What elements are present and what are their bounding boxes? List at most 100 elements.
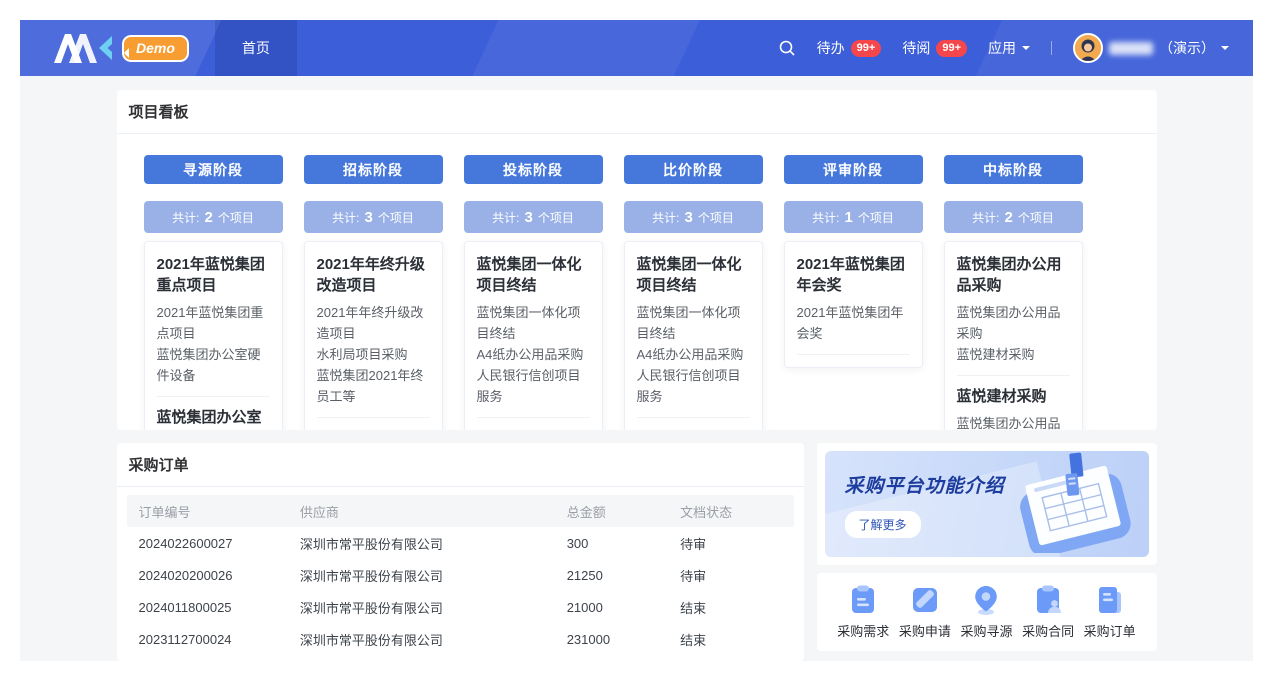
project-title: 蓝悦集团办公室硬件设备 bbox=[157, 407, 270, 430]
project-board-panel: 项目看板 寻源阶段共计:2个项目2021年蓝悦集团重点项目2021年蓝悦集团重点… bbox=[117, 90, 1157, 430]
project-description: 蓝悦集团办公用品采购 蓝悦建材采购 bbox=[957, 302, 1070, 365]
count-suffix: 个项目 bbox=[858, 209, 894, 226]
quicklink-采购寻源[interactable]: 采购寻源 bbox=[956, 584, 1018, 640]
project-title: 蓝悦集团一体化项目终结 bbox=[477, 254, 590, 296]
project-card-list: 2021年年终升级改造项目2021年年终升级改造项目 水利局项目采购 蓝悦集团2… bbox=[304, 241, 443, 430]
total-amount-cell: 21000 bbox=[567, 600, 680, 615]
toread-menu-item[interactable]: 待阅 99+ bbox=[902, 38, 967, 58]
quicklink-采购申请[interactable]: 采购申请 bbox=[894, 584, 956, 640]
search-icon[interactable] bbox=[778, 39, 796, 57]
project-item[interactable]: 蓝悦建材采购蓝悦集团办公用品采购 bbox=[957, 386, 1070, 430]
column-header: 文档状态 bbox=[680, 502, 793, 521]
apps-menu-item[interactable]: 应用 bbox=[988, 38, 1030, 58]
apps-label: 应用 bbox=[988, 38, 1016, 58]
promo-banner[interactable]: 采购平台功能介绍 了解更多 bbox=[825, 451, 1149, 557]
order-number-cell: 2023112700024 bbox=[127, 632, 300, 647]
order-number-cell: 2024020200026 bbox=[127, 568, 300, 583]
todo-badge: 99+ bbox=[851, 40, 882, 57]
project-title: 水利局项目采购 bbox=[317, 428, 430, 430]
project-item[interactable]: 蓝悦集团办公室硬件设备 bbox=[157, 407, 270, 430]
count-suffix: 个项目 bbox=[1018, 209, 1054, 226]
quicklink-label: 采购订单 bbox=[1084, 621, 1136, 640]
project-item[interactable]: 2021年年终升级改造项目2021年年终升级改造项目 水利局项目采购 蓝悦集团2… bbox=[317, 254, 430, 418]
toread-badge: 99+ bbox=[936, 40, 967, 57]
quicklink-采购需求[interactable]: 采购需求 bbox=[833, 584, 895, 640]
promo-panel: 采购平台功能介绍 了解更多 bbox=[817, 443, 1157, 565]
app-window: Demo 首页 待办 99+ 待阅 99+ 应用 bbox=[20, 20, 1253, 661]
project-item[interactable]: 2021年蓝悦集团年会奖 2021年蓝悦集团年会奖 bbox=[797, 254, 910, 355]
kanban-column: 投标阶段共计:3个项目蓝悦集团一体化项目终结蓝悦集团一体化项目终结 A4纸办公用… bbox=[464, 155, 603, 430]
total-amount-cell: 231000 bbox=[567, 632, 680, 647]
project-title: 2021年蓝悦集团年会奖 bbox=[797, 254, 910, 296]
count-prefix: 共计: bbox=[972, 209, 999, 226]
project-item[interactable]: 2021年蓝悦集团重点项目2021年蓝悦集团重点项目 蓝悦集团办公室硬件设备 bbox=[157, 254, 270, 397]
project-card-list: 蓝悦集团一体化项目终结蓝悦集团一体化项目终结 A4纸办公用品采购 人民银行信创项… bbox=[624, 241, 763, 430]
table-row[interactable]: 2024022600027深圳市常平股份有限公司300待审 bbox=[127, 527, 794, 559]
page-content: 项目看板 寻源阶段共计:2个项目2021年蓝悦集团重点项目2021年蓝悦集团重点… bbox=[20, 76, 1253, 661]
clipboard-icon bbox=[847, 584, 879, 616]
count-value: 3 bbox=[524, 209, 532, 226]
project-item[interactable]: 蓝悦集团办公用品采购蓝悦集团办公用品采购 蓝悦建材采购 bbox=[957, 254, 1070, 376]
project-description: 2021年蓝悦集团年会奖 bbox=[797, 302, 910, 344]
supplier-cell: 深圳市常平股份有限公司 bbox=[300, 598, 567, 617]
count-value: 3 bbox=[684, 209, 692, 226]
project-title: 蓝悦集团办公用品采购 bbox=[957, 254, 1070, 296]
kanban-column: 寻源阶段共计:2个项目2021年蓝悦集团重点项目2021年蓝悦集团重点项目 蓝悦… bbox=[144, 155, 283, 430]
quicklink-采购订单[interactable]: 采购订单 bbox=[1079, 584, 1141, 640]
column-header: 订单编号 bbox=[127, 502, 300, 521]
purchase-orders-panel: 采购订单 订单编号供应商总金额文档状态 2024022600027深圳市常平股份… bbox=[117, 443, 804, 661]
table-row[interactable]: 2024011800025深圳市常平股份有限公司21000结束 bbox=[127, 591, 794, 623]
user-suffix: （演示） bbox=[1159, 38, 1215, 58]
project-card-list: 2021年蓝悦集团重点项目2021年蓝悦集团重点项目 蓝悦集团办公室硬件设备蓝悦… bbox=[144, 241, 283, 430]
project-item[interactable]: A4纸办公用品采购 bbox=[477, 428, 590, 430]
count-value: 1 bbox=[844, 209, 852, 226]
stage-count: 共计:3个项目 bbox=[464, 201, 603, 233]
stage-header-button[interactable]: 寻源阶段 bbox=[144, 155, 283, 184]
stage-header-button[interactable]: 比价阶段 bbox=[624, 155, 763, 184]
project-item[interactable]: 蓝悦集团一体化项目终结蓝悦集团一体化项目终结 A4纸办公用品采购 人民银行信创项… bbox=[477, 254, 590, 418]
stage-count: 共计:3个项目 bbox=[624, 201, 763, 233]
orders-table-body: 2024022600027深圳市常平股份有限公司300待审20240202000… bbox=[127, 527, 794, 655]
stage-header-button[interactable]: 招标阶段 bbox=[304, 155, 443, 184]
kanban-column: 比价阶段共计:3个项目蓝悦集团一体化项目终结蓝悦集团一体化项目终结 A4纸办公用… bbox=[624, 155, 763, 430]
learn-more-button[interactable]: 了解更多 bbox=[845, 511, 921, 538]
project-item[interactable]: 蓝悦集团一体化项目终结蓝悦集团一体化项目终结 A4纸办公用品采购 人民银行信创项… bbox=[637, 254, 750, 418]
tab-home[interactable]: 首页 bbox=[215, 20, 297, 76]
purchase-orders-title: 采购订单 bbox=[117, 443, 804, 487]
project-title: A4纸办公用品采购 bbox=[637, 428, 750, 430]
contract-person-icon bbox=[1032, 584, 1064, 616]
todo-menu-item[interactable]: 待办 99+ bbox=[817, 38, 882, 58]
avatar bbox=[1073, 33, 1103, 63]
project-title: 蓝悦建材采购 bbox=[957, 386, 1070, 407]
status-cell: 结束 bbox=[680, 598, 793, 617]
project-item[interactable]: A4纸办公用品采购 bbox=[637, 428, 750, 430]
total-amount-cell: 21250 bbox=[567, 568, 680, 583]
quicklinks-panel: 采购需求采购申请采购寻源采购合同采购订单 bbox=[817, 573, 1157, 651]
order-document-icon bbox=[1094, 584, 1126, 616]
count-value: 3 bbox=[364, 209, 372, 226]
orders-table-header: 订单编号供应商总金额文档状态 bbox=[127, 495, 794, 527]
project-description: 2021年年终升级改造项目 水利局项目采购 蓝悦集团2021年终员工等 bbox=[317, 302, 430, 407]
demo-badge: Demo bbox=[122, 35, 189, 62]
stage-header-button[interactable]: 投标阶段 bbox=[464, 155, 603, 184]
quicklink-采购合同[interactable]: 采购合同 bbox=[1017, 584, 1079, 640]
quicklink-label: 采购合同 bbox=[1022, 621, 1074, 640]
user-menu[interactable]: （演示） bbox=[1073, 33, 1229, 63]
project-item[interactable]: 水利局项目采购 bbox=[317, 428, 430, 430]
app-logo[interactable]: Demo bbox=[54, 33, 189, 63]
count-prefix: 共计: bbox=[332, 209, 359, 226]
kanban-board: 寻源阶段共计:2个项目 2021年蓝悦集团重点项目2021年蓝悦集团重点项目 蓝悦… bbox=[117, 134, 1157, 430]
supplier-cell: 深圳市常平股份有限公司 bbox=[300, 534, 567, 553]
stage-header-button[interactable]: 评审阶段 bbox=[784, 155, 923, 184]
location-pin-icon bbox=[970, 584, 1002, 616]
orders-table: 订单编号供应商总金额文档状态 2024022600027深圳市常平股份有限公司3… bbox=[117, 487, 804, 655]
table-row[interactable]: 2023112700024深圳市常平股份有限公司231000结束 bbox=[127, 623, 794, 655]
stage-header-button[interactable]: 中标阶段 bbox=[944, 155, 1083, 184]
table-row[interactable]: 2024020200026深圳市常平股份有限公司21250待审 bbox=[127, 559, 794, 591]
count-suffix: 个项目 bbox=[538, 209, 574, 226]
promo-title: 采购平台功能介绍 bbox=[845, 471, 1005, 498]
kanban-column: 招标阶段共计:3个项目2021年年终升级改造项目2021年年终升级改造项目 水利… bbox=[304, 155, 443, 430]
order-number-cell: 2024022600027 bbox=[127, 536, 300, 551]
stage-count: 共计:2个项目 bbox=[944, 201, 1083, 233]
quicklink-label: 采购申请 bbox=[899, 621, 951, 640]
